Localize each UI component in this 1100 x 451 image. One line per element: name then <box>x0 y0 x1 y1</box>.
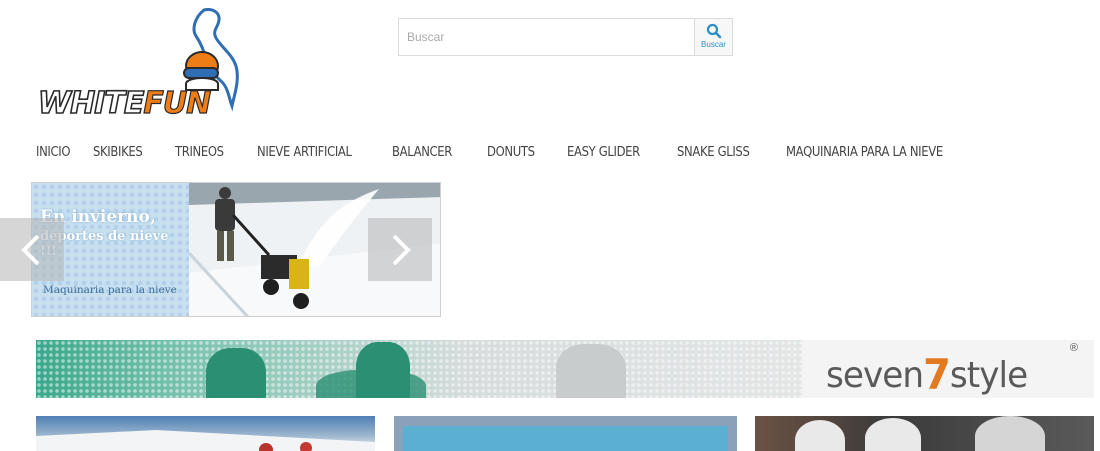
product-thumb-2[interactable] <box>394 416 737 451</box>
search-input[interactable] <box>399 19 696 55</box>
nav-item-donuts[interactable]: DONUTS <box>487 144 535 164</box>
slide-caption: Maquinaria para la nieve <box>43 284 177 296</box>
nav-item-skibikes[interactable]: SKIBIKES <box>93 144 143 164</box>
product-thumb-3[interactable] <box>755 416 1094 451</box>
logo-word-fun: FUN <box>143 85 212 121</box>
nav-item-trineos[interactable]: TRINEOS <box>175 144 224 164</box>
banner-image <box>36 340 816 398</box>
search-button-label: Buscar <box>701 40 726 49</box>
product-thumb-1[interactable] <box>36 416 375 451</box>
slider-prev-button[interactable] <box>0 218 64 281</box>
search-button[interactable]: Buscar <box>694 19 732 55</box>
nav-item-inicio[interactable]: INICIO <box>36 144 70 164</box>
brand-wordmark: seven7style <box>826 348 1028 398</box>
search-bar: Buscar <box>398 18 733 56</box>
brand-word-seven: seven <box>826 355 924 396</box>
search-icon <box>706 23 721 39</box>
slider-next-button[interactable] <box>368 218 432 281</box>
registered-mark: ® <box>1069 342 1078 354</box>
brand-word-style: style <box>949 355 1028 396</box>
nav-item-snake-gliss[interactable]: SNAKE GLISS <box>677 144 750 164</box>
sevenstyle-banner[interactable]: seven7style ® <box>36 340 1094 398</box>
nav-item-balancer[interactable]: BALANCER <box>392 144 452 164</box>
chevron-right-icon <box>392 234 411 266</box>
main-nav: INICIO SKIBIKES TRINEOS NIEVE ARTIFICIAL… <box>36 144 993 164</box>
nav-item-nieve-artificial[interactable]: NIEVE ARTIFICIAL <box>257 144 352 164</box>
brand-mark: 7 <box>923 350 951 398</box>
logo-word-white: WHITE <box>37 85 145 122</box>
thumb-1-image <box>36 430 375 451</box>
thumb-2-image <box>403 426 728 451</box>
nav-item-maquinaria[interactable]: MAQUINARIA PARA LA NIEVE <box>786 144 943 164</box>
sevenstyle-logo: seven7style ® <box>802 340 1094 398</box>
logo-wordmark: WHITEFUN <box>37 85 212 122</box>
whitefun-logo[interactable]: WHITEFUN <box>36 8 250 122</box>
chevron-left-icon <box>21 234 40 266</box>
nav-item-easy-glider[interactable]: EASY GLIDER <box>567 144 640 164</box>
